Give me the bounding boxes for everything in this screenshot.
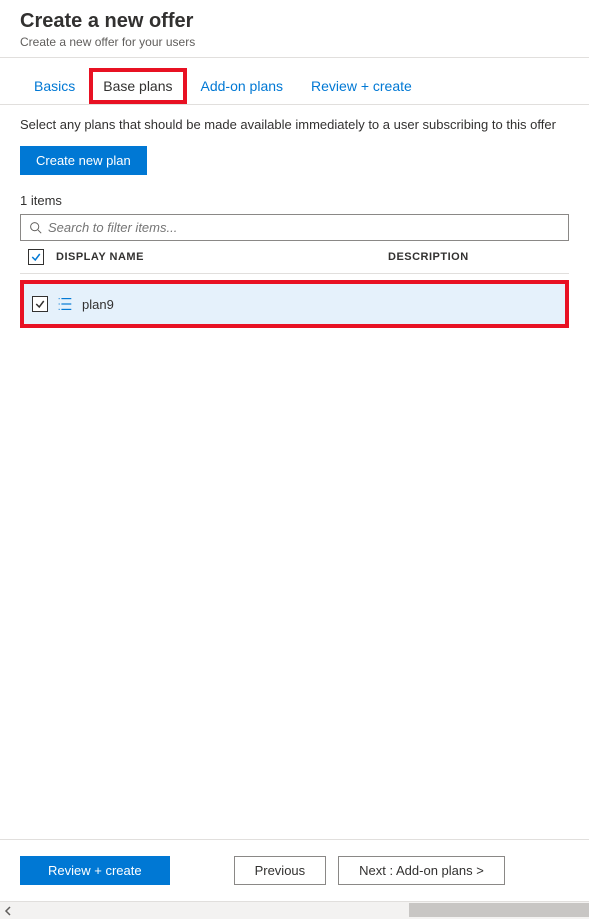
page-header: Create a new offer Create a new offer fo… (0, 0, 589, 58)
review-create-button[interactable]: Review + create (20, 856, 170, 885)
next-button[interactable]: Next : Add-on plans > (338, 856, 505, 885)
highlighted-row-frame: plan9 (20, 280, 569, 328)
items-count-label: 1 items (20, 193, 569, 208)
previous-button[interactable]: Previous (234, 856, 327, 885)
row-display-name: plan9 (82, 297, 114, 312)
tab-bar: Basics Base plans Add-on plans Review + … (0, 68, 589, 105)
tab-basics[interactable]: Basics (20, 68, 89, 104)
select-all-checkbox[interactable] (28, 249, 44, 265)
scroll-left-button[interactable] (0, 902, 18, 920)
tab-review-create[interactable]: Review + create (297, 68, 426, 104)
tab-addon-plans[interactable]: Add-on plans (187, 68, 298, 104)
page-subtitle: Create a new offer for your users (20, 35, 569, 49)
page-title: Create a new offer (20, 10, 569, 33)
search-input[interactable] (48, 220, 560, 235)
plan-icon (56, 295, 74, 313)
search-icon (29, 221, 42, 234)
scroll-thumb[interactable] (409, 903, 589, 917)
content-area: Select any plans that should be made ava… (0, 105, 589, 839)
section-description: Select any plans that should be made ava… (20, 117, 569, 132)
table-header: DISPLAY NAME DESCRIPTION (20, 241, 569, 274)
search-box[interactable] (20, 214, 569, 241)
tab-base-plans[interactable]: Base plans (89, 68, 186, 104)
table-row[interactable]: plan9 (24, 284, 565, 324)
create-new-plan-button[interactable]: Create new plan (20, 146, 147, 175)
footer-actions: Review + create Previous Next : Add-on p… (0, 839, 589, 901)
scroll-track[interactable] (18, 902, 589, 920)
row-checkbox[interactable] (32, 296, 48, 312)
column-header-display-name[interactable]: DISPLAY NAME (48, 251, 388, 263)
horizontal-scrollbar[interactable] (0, 901, 589, 919)
column-header-description[interactable]: DESCRIPTION (388, 251, 565, 263)
